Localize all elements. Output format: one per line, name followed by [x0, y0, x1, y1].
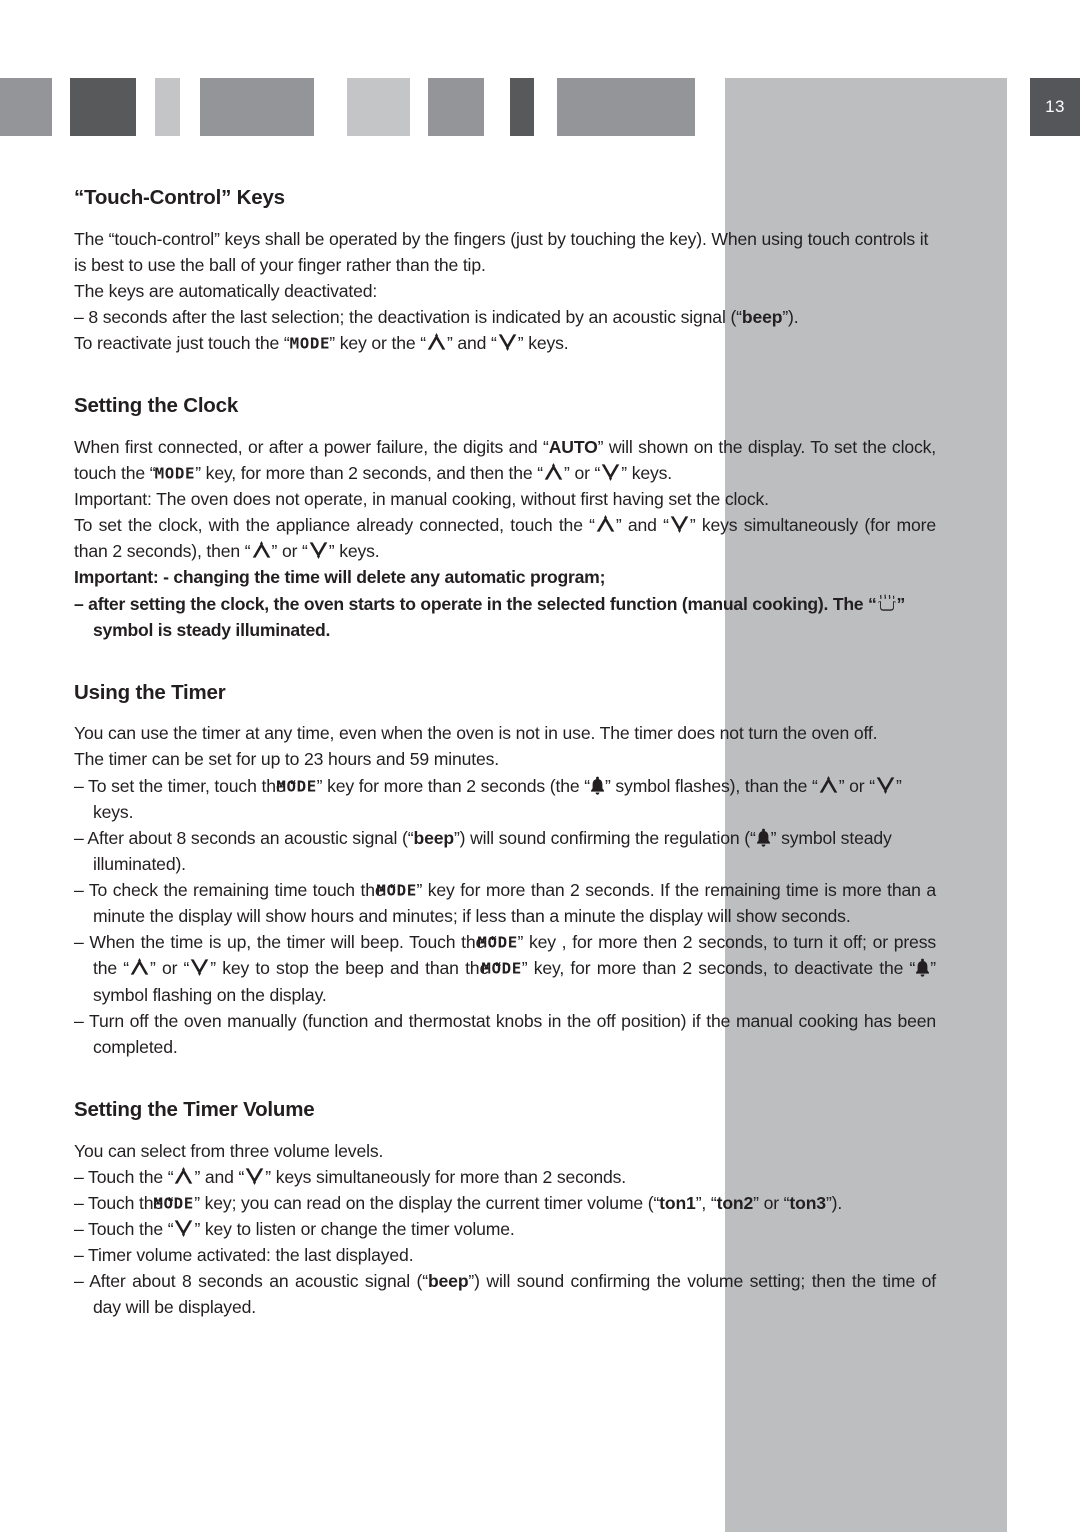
page-number-tab: 13	[1030, 78, 1080, 136]
page-content: “Touch-Control” Keys The “touch-control” …	[74, 186, 936, 1320]
up-chevron-icon	[543, 462, 564, 482]
header-block-7	[510, 78, 534, 136]
paragraph-sc-p2: Important: The oven does not operate, in…	[74, 489, 769, 509]
section-heading-setting-the-clock: Setting the Clock	[74, 394, 239, 418]
paragraph-tc-p1: The “touch-control” keys shall be operat…	[74, 228, 929, 275]
bold-run: beep	[741, 306, 783, 327]
paragraph-sc-p3: To set the clock, with the appliance alr…	[74, 514, 936, 562]
paragraph-sc-p5: – after setting the clock, the oven star…	[74, 593, 906, 640]
header-block-2	[70, 78, 136, 136]
header-block-4	[200, 78, 314, 136]
section-touch-control-keys: “Touch-Control” Keys The “touch-control” …	[74, 186, 936, 356]
paragraph-tv-p2: – Touch the “” and “” keys simultaneousl…	[74, 1166, 627, 1187]
mode-key-glyph: MODE	[155, 464, 196, 483]
section-heading-using-the-timer: Using the Timer	[74, 680, 226, 704]
paragraph-tc-p3: – 8 seconds after the last selection; th…	[74, 306, 799, 327]
down-chevron-icon	[600, 462, 621, 482]
down-chevron-icon	[173, 1218, 194, 1238]
paragraph-ut-p4: – After about 8 seconds an acoustic sign…	[74, 827, 892, 874]
section-setting-the-clock: Setting the Clock When first connected, o…	[74, 394, 936, 643]
section-heading-setting-the-timer-volume: Setting the Timer Volume	[74, 1097, 315, 1121]
up-chevron-icon	[595, 514, 616, 534]
bold-run: ton1	[659, 1192, 696, 1213]
page-number: 13	[1045, 97, 1065, 116]
mode-key-glyph: MODE	[153, 1194, 195, 1213]
up-chevron-icon	[173, 1166, 194, 1186]
mode-key-glyph: MODE	[289, 334, 330, 353]
bell-icon	[756, 828, 771, 847]
section-heading-touch-control-keys: “Touch-Control” Keys	[74, 186, 285, 209]
header-block-5	[347, 78, 410, 136]
cooking-pot-steam-icon	[877, 594, 897, 614]
down-chevron-icon	[669, 514, 690, 534]
down-chevron-icon	[244, 1166, 265, 1186]
paragraph-tv-p4: – Touch the “” key to listen or change t…	[74, 1218, 515, 1239]
bell-icon	[915, 958, 930, 978]
paragraph-ut-p1: You can use the timer at any time, even …	[74, 723, 878, 744]
paragraph-ut-p3: – To set the timer, touch the “MODE” key…	[74, 775, 902, 822]
mode-key-glyph: MODE	[477, 933, 518, 952]
down-chevron-icon	[308, 540, 329, 560]
paragraph-sc-p1: When first connected, or after a power f…	[74, 434, 936, 486]
up-chevron-icon	[129, 957, 150, 977]
down-chevron-icon	[875, 775, 896, 795]
section-setting-the-timer-volume: Setting the Timer Volume You can select f…	[74, 1098, 936, 1320]
paragraph-tc-p2: The keys are automatically deactivated:	[74, 280, 378, 301]
bold-run: AUTO	[548, 436, 598, 457]
bold-run: beep	[427, 1271, 469, 1292]
paragraph-tv-p5: – Timer volume activated: the last displ…	[74, 1245, 414, 1265]
down-chevron-icon	[497, 332, 518, 352]
paragraph-tv-p1: You can select from three volume levels.	[74, 1140, 384, 1161]
bell-icon	[590, 776, 605, 795]
paragraph-tc-p4: To reactivate just touch the “MODE” key …	[74, 330, 936, 356]
mode-key-glyph: MODE	[276, 777, 317, 796]
bold-run: ton2	[716, 1192, 754, 1213]
down-chevron-icon	[189, 957, 210, 977]
mode-key-glyph: MODE	[481, 959, 522, 978]
up-chevron-icon	[251, 540, 272, 560]
header-block-3	[155, 78, 180, 136]
paragraph-ut-p2: The timer can be set for up to 23 hours …	[74, 749, 499, 770]
paragraph-ut-p5: – To check the remaining time touch the …	[74, 880, 936, 927]
paragraph-ut-p6: – When the time is up, the timer will be…	[74, 932, 936, 1005]
paragraph-tv-p3: – Touch the “MODE” key; you can read on …	[74, 1190, 936, 1216]
bold-run: ton3	[789, 1192, 826, 1213]
header-block-1	[0, 78, 52, 136]
up-chevron-icon	[426, 332, 447, 352]
up-chevron-icon	[818, 775, 839, 795]
mode-key-glyph: MODE	[376, 881, 417, 900]
section-using-the-timer: Using the Timer You can use the timer at …	[74, 681, 936, 1060]
bold-run: beep	[413, 827, 454, 848]
header-block-6	[428, 78, 484, 136]
paragraph-sc-p4: Important: - changing the time will dele…	[74, 567, 606, 588]
paragraph-ut-p7: – Turn off the oven manually (function a…	[74, 1010, 936, 1057]
paragraph-tv-p6: – After about 8 seconds an acoustic sign…	[74, 1271, 937, 1318]
header-block-8	[557, 78, 695, 136]
